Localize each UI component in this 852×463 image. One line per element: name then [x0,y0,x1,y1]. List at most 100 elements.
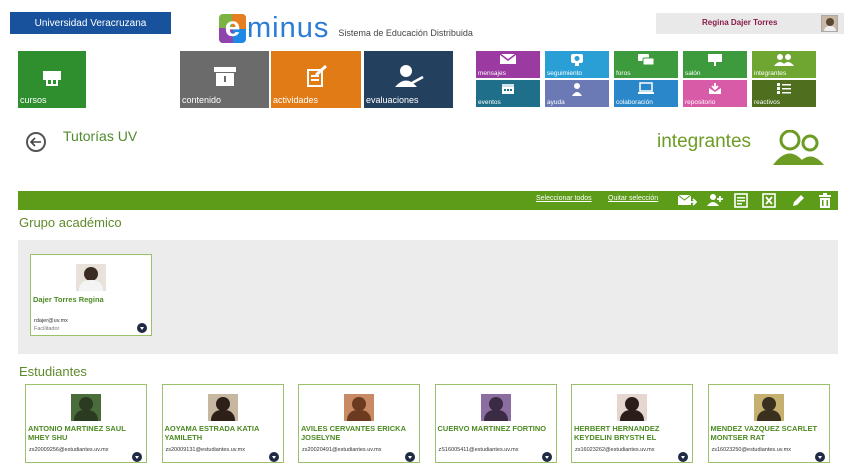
student-options-icon[interactable] [678,452,688,462]
member-name: Dajer Torres Regina [33,295,104,304]
student-email: zs16023262@estudiantes.uv.mx [575,447,655,453]
tile-label: cursos [20,95,47,105]
student-card[interactable]: AVILES CERVANTES ERICKA JOSELYNE zs200204… [298,384,420,463]
tile-integrantes[interactable]: integrantes [752,51,816,78]
avatar [617,394,647,421]
tile-label: repositorio [685,99,716,106]
tile-repositorio[interactable]: repositorio [683,80,747,107]
student-name: AVILES CERVANTES ERICKA JOSELYNE [301,424,406,442]
chat-bubbles-icon [638,54,655,66]
add-user-icon[interactable] [706,193,724,207]
academic-group-panel: Dajer Torres Regina rdajer@uv.mx Facilit… [18,240,838,354]
delete-icon[interactable] [818,193,832,208]
tile-label: salón [685,70,701,77]
tile-label: seguimiento [547,70,583,77]
student-name: MENDEZ VAZQUEZ SCARLET MONTSER RAT [710,424,818,442]
tile-cursos[interactable]: cursos [18,51,86,108]
tile-seguimiento[interactable]: seguimiento [545,51,609,78]
user-check-icon [394,65,424,87]
member-card[interactable]: Dajer Torres Regina rdajer@uv.mx Facilit… [30,254,152,336]
logo-subtitle: Sistema de Educación Distribuida [338,27,473,38]
user-menu[interactable]: Regina Dajer Torres [656,13,844,34]
user-avatar[interactable] [821,15,838,32]
member-email: rdajer@uv.mx [34,318,68,324]
tile-colaboracion[interactable]: colaboración [614,80,678,107]
clear-selection-link[interactable]: Quitar selección [608,195,658,202]
avatar [753,394,784,421]
student-options-icon[interactable] [541,452,552,462]
tile-eventos[interactable]: eventos [476,80,540,107]
tile-salon[interactable]: salón [683,51,747,78]
edit-icon[interactable] [791,193,805,208]
pencil-sheet-icon [307,65,328,87]
student-card[interactable]: MENDEZ VAZQUEZ SCARLET MONTSER RAT zs1602… [707,384,830,463]
repository-icon [709,83,721,94]
tile-label: contenido [182,95,222,105]
student-email: zs20009131@estudiantes.uv.mx [165,447,245,453]
envelope-icon [499,53,517,64]
student-options-icon[interactable] [132,452,142,462]
avatar [76,264,106,291]
tile-label: actividades [273,95,319,105]
student-name: ANTONIO MARTINEZ SAUL MHEY SHU [28,424,126,442]
tile-label: colaboración [616,99,653,106]
academic-group-heading: Grupo académico [19,215,122,230]
whiteboard-icon [708,54,722,66]
tile-contenido[interactable]: contenido [180,51,269,108]
avatar [71,394,101,421]
student-options-icon[interactable] [405,452,415,462]
members-icon [773,130,824,165]
excel-export-icon[interactable] [762,193,776,208]
student-card[interactable]: AOYAMA ESTRADA KATIA YAMILETH zs20009131@… [161,384,284,463]
send-mail-icon[interactable] [677,193,697,207]
members-toolbar: Seleccionar todos Quitar selección [18,191,838,210]
tile-foros[interactable]: foros [614,51,678,78]
laptop-icon [638,82,654,94]
course-title[interactable]: Tutorías UV [63,128,137,144]
student-email: zS16005411@estudiantes.uv.mx [438,447,519,453]
user-name: Regina Dajer Torres [702,18,778,27]
tile-label: foros [616,70,631,77]
tile-label: ayuda [547,99,565,106]
tile-mensajes[interactable]: mensajes [476,51,540,78]
student-name: AOYAMA ESTRADA KATIA YAMILETH [164,424,260,442]
logo-letter: e [224,13,241,42]
tile-actividades[interactable]: actividades [271,51,361,108]
tile-ayuda[interactable]: ayuda [545,80,609,107]
presentation-board-icon [43,71,61,86]
section-title: integrantes [657,131,752,152]
arrow-left-icon [30,137,41,147]
tile-label: mensajes [478,70,506,77]
tile-evaluaciones[interactable]: evaluaciones [364,51,453,108]
calendar-icon [502,84,514,94]
checklist-icon [777,83,791,94]
student-options-icon[interactable] [268,452,279,462]
student-name: HERBERT HERNANDEZ KEYDELIN BRYSTH EL [574,424,660,442]
report-icon[interactable] [734,193,748,208]
tile-label: reactivos [754,99,781,106]
avatar [344,394,374,421]
tile-reactivos[interactable]: reactivos [752,80,816,107]
folder-content-icon [213,67,236,86]
select-all-link[interactable]: Seleccionar todos [536,195,592,202]
member-role: Facilitador [34,326,60,332]
eminus-logo[interactable]: e minus Sistema de Educación Distribuida [219,11,473,45]
tile-label: integrantes [754,70,787,77]
student-card[interactable]: CUERVO MARTINEZ FORTINO zS16005411@estudi… [434,384,557,463]
university-badge[interactable]: Universidad Veracruzana [10,12,171,34]
back-button[interactable] [26,132,46,152]
member-options-icon[interactable] [137,323,147,333]
logo-e-mark: e [219,13,246,43]
avatar [480,394,511,421]
student-card[interactable]: HERBERT HERNANDEZ KEYDELIN BRYSTH EL zs16… [571,384,693,463]
student-card[interactable]: ANTONIO MARTINEZ SAUL MHEY SHU zs20009256… [25,384,147,463]
members-icon [774,54,794,66]
student-options-icon[interactable] [814,452,825,462]
logo-word: minus [247,12,330,44]
students-heading: Estudiantes [19,364,87,379]
student-email: zs16023250@estudiantes.uv.mx [711,447,791,453]
tile-label: eventos [478,99,501,106]
avatar [207,394,238,421]
student-email: zs20009256@estudiantes.uv.mx [29,447,109,453]
tile-label: evaluaciones [366,95,419,105]
